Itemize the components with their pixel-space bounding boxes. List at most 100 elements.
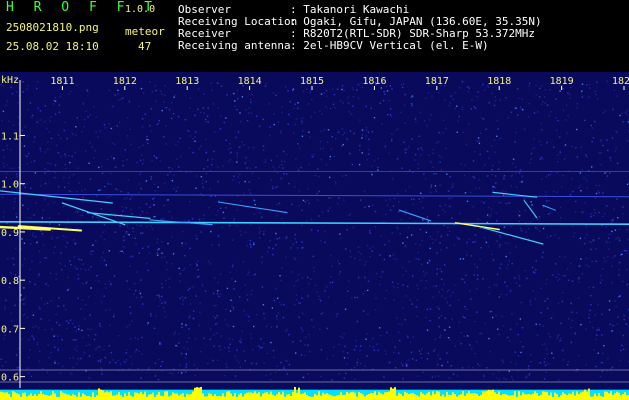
noise-dot [186,341,188,343]
noise-dot [338,373,340,375]
level-bar [422,393,424,400]
noise-dot [332,354,334,357]
noise-dot [371,130,373,133]
noise-dot [367,280,370,282]
noise-dot [69,319,72,321]
noise-dot [58,297,60,299]
noise-dot [324,241,326,244]
noise-dot [538,140,541,143]
noise-dot [33,141,35,143]
noise-dot [77,274,79,276]
noise-dot [364,264,366,266]
noise-dot [333,346,335,348]
noise-dot [385,214,387,216]
noise-dot [301,297,303,299]
noise-dot [160,90,162,92]
noise-dot [250,337,253,340]
noise-dot [452,373,455,375]
noise-dot [359,350,361,352]
noise-dot [460,331,462,334]
noise-dot [13,207,15,209]
noise-dot [200,231,202,233]
noise-dot [206,362,209,365]
noise-dot [232,325,235,328]
noise-dot [333,93,336,96]
noise-dot [383,258,386,261]
noise-dot [151,228,154,230]
noise-dot [188,220,190,222]
noise-dot [589,87,591,89]
noise-dot [407,226,410,229]
noise-dot [577,278,580,280]
level-bar [382,394,384,400]
noise-dot [281,106,283,108]
noise-dot [264,85,267,87]
noise-dot [204,290,207,292]
noise-dot [156,252,159,254]
level-bar [48,395,50,400]
noise-dot [95,131,97,133]
noise-dot [203,93,205,95]
noise-dot [183,346,185,349]
noise-dot [515,282,518,284]
noise-dot [295,241,297,243]
noise-dot [407,359,410,361]
noise-dot [570,262,572,265]
noise-dot [247,320,250,322]
noise-dot [308,282,310,285]
noise-dot [131,363,134,365]
noise-dot [618,274,620,276]
observation-datetime: 25.08.02 18:10 [6,40,99,53]
noise-dot [534,298,537,300]
noise-dot [585,328,587,330]
level-bar [44,394,46,400]
noise-dot [319,328,321,330]
noise-dot [358,84,360,86]
noise-dot [380,87,382,89]
noise-dot [275,244,277,246]
noise-dot [251,172,254,174]
noise-dot [590,248,592,251]
noise-dot [393,351,395,354]
noise-dot [499,244,501,246]
noise-dot [66,327,68,330]
noise-dot [411,303,413,305]
noise-dot [442,132,444,134]
noise-dot [528,373,531,375]
noise-dot [451,318,453,321]
noise-dot [505,203,507,205]
noise-dot [326,357,328,360]
noise-dot [127,179,130,181]
level-bar [364,396,366,400]
noise-dot [117,335,120,337]
noise-dot [515,172,517,174]
noise-dot [301,122,303,125]
noise-dot [155,89,157,92]
noise-dot [151,90,154,93]
noise-dot [555,129,558,132]
noise-dot [189,97,192,99]
noise-dot [284,86,287,88]
noise-dot [570,326,572,329]
noise-dot [385,289,388,292]
noise-dot [201,285,204,287]
noise-dot [14,201,16,203]
noise-dot [492,186,494,188]
level-bar [238,394,240,400]
noise-dot [444,264,446,266]
noise-dot [403,141,405,143]
noise-dot [234,105,236,108]
noise-dot [578,265,580,268]
noise-dot [46,127,48,130]
noise-dot [551,274,554,276]
noise-dot [250,246,252,248]
noise-dot [591,260,593,263]
level-bar [246,392,248,400]
level-bar [460,394,462,400]
noise-dot [356,364,358,367]
noise-dot [533,272,536,274]
noise-dot [51,238,53,240]
noise-dot [420,192,422,194]
noise-dot [122,246,125,248]
noise-dot [120,98,122,100]
